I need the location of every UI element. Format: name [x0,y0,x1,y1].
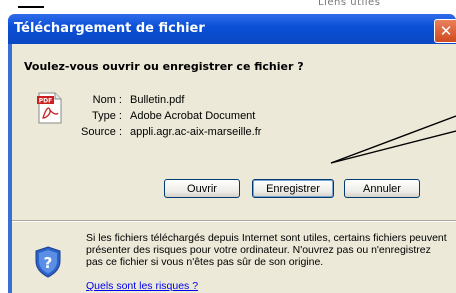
annotation-line-lower [330,130,456,164]
annotation-line-upper [330,115,456,164]
annotation-pointer [330,115,456,164]
